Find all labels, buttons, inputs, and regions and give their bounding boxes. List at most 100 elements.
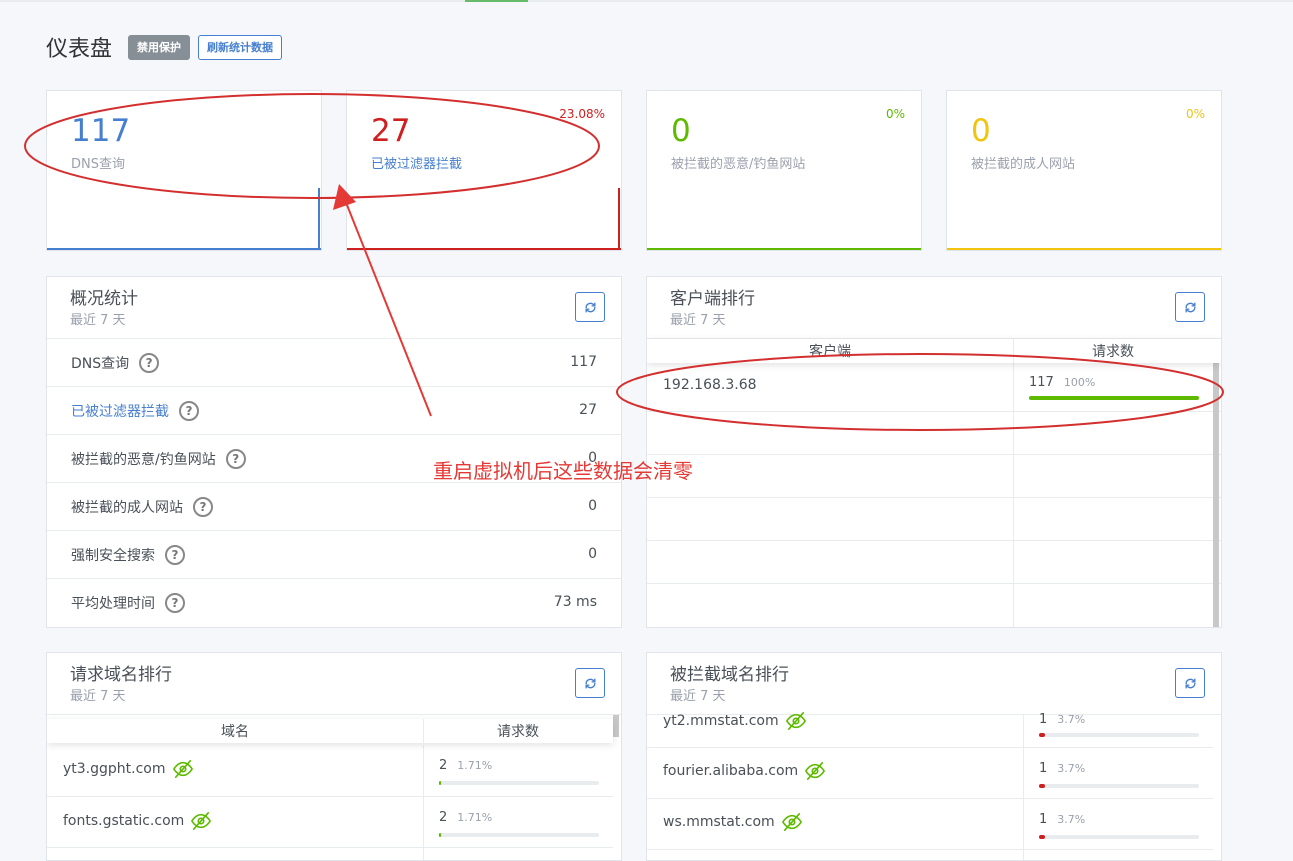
domain-name: yt3.ggpht.com — [63, 761, 166, 777]
card-bottom-line — [347, 248, 621, 250]
help-icon[interactable]: ? — [165, 593, 185, 613]
row-value: 73 ms — [553, 594, 597, 610]
stat-card-dns-queries: 117 DNS查询 — [46, 90, 322, 251]
panel-subtitle: 最近 7 天 — [670, 689, 726, 704]
refresh-button[interactable] — [1175, 668, 1205, 698]
domain-name: ws.mmstat.com — [663, 814, 775, 830]
sparkline — [618, 188, 620, 250]
panel-header: 请求域名排行 最近 7 天 — [47, 653, 621, 715]
panel-header: 被拦截域名排行 最近 7 天 — [647, 653, 1221, 715]
overview-row: DNS查询? 117 — [47, 339, 621, 387]
stat-value: 0 — [971, 113, 991, 149]
request-count: 1 3.7% — [1039, 712, 1086, 727]
active-tab-indicator — [465, 0, 528, 2]
table-row: yt3.ggpht.com 2 1.71% — [47, 745, 613, 797]
eye-slash-icon[interactable] — [172, 759, 194, 779]
panel-header: 客户端排行 最近 7 天 — [647, 277, 1221, 339]
row-value: 27 — [579, 402, 597, 418]
table-row: yt2.mmstat.com 1 3.7% — [647, 712, 1213, 748]
request-count: 1 3.7% — [1039, 761, 1086, 776]
overview-row: 已被过滤器拦截? 27 — [47, 387, 621, 435]
table-row: ws.mmstat.com 1 3.7% — [647, 799, 1213, 850]
eye-slash-icon[interactable] — [781, 812, 803, 832]
page-header: 仪表盘 禁用保护 刷新统计数据 — [46, 33, 290, 62]
table-row: fonts.gstatic.com 2 1.71% — [47, 797, 613, 848]
request-count: 1 3.7% — [1039, 812, 1086, 827]
panel-title: 客户端排行 — [670, 289, 755, 309]
column-header-client[interactable]: 客户端 — [647, 341, 1013, 361]
table-row: fourier.alibaba.com 1 3.7% — [647, 748, 1213, 799]
row-label: 被拦截的成人网站 — [71, 500, 183, 516]
progress-bar — [1039, 733, 1199, 737]
client-ip: 192.168.3.68 — [663, 377, 757, 393]
stat-label: 被拦截的恶意/钓鱼网站 — [671, 157, 806, 172]
table-header: 客户端 请求数 — [647, 339, 1221, 363]
row-value: 0 — [588, 498, 597, 514]
help-icon[interactable]: ? — [225, 449, 246, 469]
refresh-icon — [1184, 301, 1196, 313]
stat-value: 0 — [671, 113, 691, 149]
refresh-icon — [584, 301, 596, 313]
help-icon[interactable]: ? — [139, 353, 160, 373]
domain-name: yt2.mmstat.com — [663, 713, 779, 729]
domain-name: fonts.gstatic.com — [63, 813, 185, 829]
page-title: 仪表盘 — [46, 37, 113, 62]
help-icon[interactable]: ? — [165, 545, 185, 565]
request-count: 2 1.71% — [439, 758, 493, 773]
card-bottom-line — [647, 248, 921, 250]
sparkline — [318, 188, 320, 250]
stat-percent: 23.08% — [559, 107, 605, 121]
stat-percent: 0% — [885, 107, 905, 121]
help-icon[interactable]: ? — [179, 401, 199, 421]
progress-bar — [1039, 835, 1199, 839]
scrollbar[interactable] — [1213, 349, 1219, 627]
table-row: 192.168.3.68 117 100% — [647, 363, 1221, 412]
panel-subtitle: 最近 7 天 — [70, 689, 126, 704]
refresh-button[interactable] — [575, 292, 605, 322]
panel-title: 概况统计 — [70, 289, 138, 309]
stat-value: 27 — [371, 113, 411, 149]
row-label: 平均处理时间 — [71, 596, 155, 612]
panel-subtitle: 最近 7 天 — [670, 313, 726, 328]
top-clients-panel: 客户端排行 最近 7 天 客户端 请求数 192.168.3.68 117 100… — [646, 276, 1222, 628]
stat-label: 已被过滤器拦截 — [371, 157, 463, 172]
refresh-icon — [1184, 677, 1196, 689]
progress-bar — [439, 781, 599, 785]
overview-row: 平均处理时间? 73 ms — [47, 579, 621, 627]
refresh-button[interactable] — [1175, 292, 1205, 322]
refresh-stats-button[interactable]: 刷新统计数据 — [198, 34, 283, 60]
column-header-domain[interactable]: 域名 — [47, 721, 423, 741]
overview-panel: 概况统计 最近 7 天 DNS查询? 117 已被过滤器拦截? 27 被拦截的恶… — [46, 276, 622, 628]
table-row-empty — [647, 850, 1213, 860]
eye-slash-icon[interactable] — [785, 711, 807, 731]
panel-subtitle: 最近 7 天 — [70, 313, 126, 328]
refresh-icon — [584, 677, 596, 689]
progress-bar — [1039, 784, 1199, 788]
progress-bar — [439, 833, 599, 837]
eye-slash-icon[interactable] — [804, 761, 826, 781]
card-bottom-line — [47, 248, 321, 250]
help-icon[interactable]: ? — [193, 497, 213, 517]
column-header-requests[interactable]: 请求数 — [1013, 341, 1213, 361]
column-header-requests[interactable]: 请求数 — [423, 721, 613, 741]
panel-header: 概况统计 最近 7 天 — [47, 277, 621, 339]
refresh-button[interactable] — [575, 668, 605, 698]
table-row-empty — [647, 455, 1221, 498]
disable-protection-button[interactable]: 禁用保护 — [128, 34, 191, 60]
stat-card-blocked-filters: 23.08% 27 已被过滤器拦截 — [346, 90, 622, 251]
row-value: 117 — [570, 354, 597, 370]
panel-title: 被拦截域名排行 — [670, 665, 789, 685]
stat-label: DNS查询 — [71, 157, 125, 172]
scrollbar[interactable] — [613, 715, 619, 737]
card-bottom-line — [947, 248, 1221, 250]
stat-label: 被拦截的成人网站 — [971, 157, 1076, 172]
row-label-link[interactable]: 已被过滤器拦截 — [71, 401, 169, 421]
table-row-empty — [47, 848, 613, 860]
eye-slash-icon[interactable] — [190, 811, 212, 831]
row-label: 被拦截的恶意/钓鱼网站 — [71, 452, 216, 468]
stat-value: 117 — [71, 113, 131, 149]
table-row-empty — [647, 412, 1221, 455]
overview-row: 被拦截的成人网站? 0 — [47, 483, 621, 531]
stat-card-blocked-malware: 0% 0 被拦截的恶意/钓鱼网站 — [646, 90, 922, 251]
row-label: DNS查询 — [71, 356, 130, 372]
